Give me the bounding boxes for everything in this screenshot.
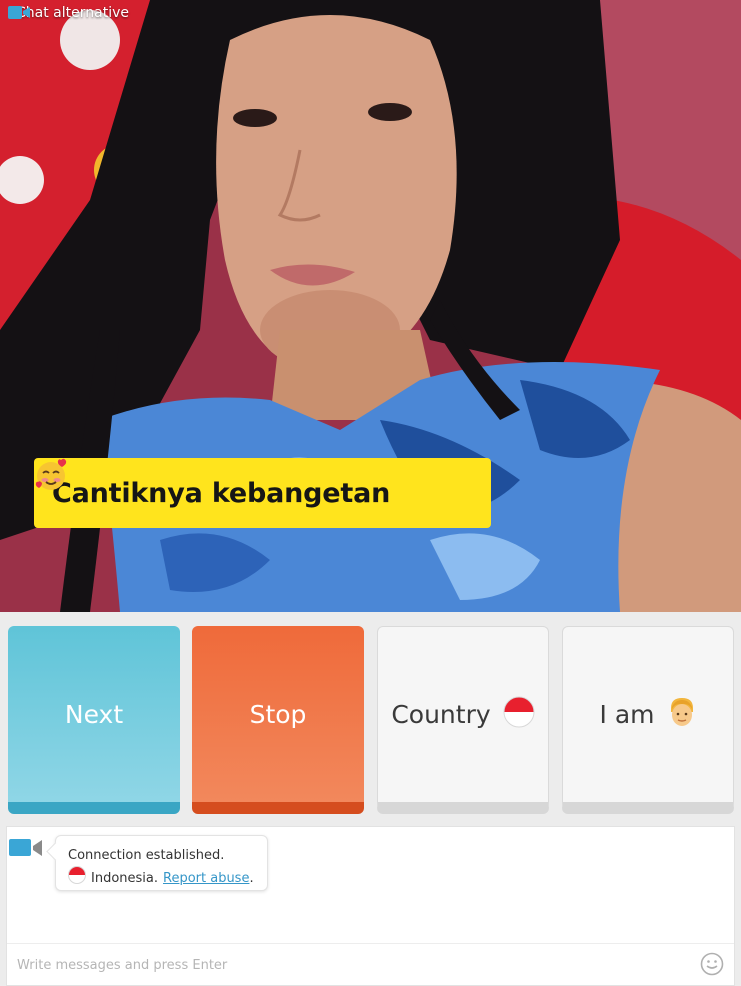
- smiley-icon[interactable]: [700, 952, 724, 980]
- video-caption: Cantiknya kebangetan: [34, 458, 491, 528]
- indonesia-flag-icon: [68, 866, 86, 891]
- next-button-label: Next: [64, 699, 124, 729]
- country-info: Indonesia. Report abuse.: [68, 866, 267, 891]
- caption-text: Cantiknya kebangetan: [52, 477, 391, 509]
- remote-video: Chat alternative Cantiknya kebangetan: [0, 0, 741, 612]
- message-input-row: [7, 943, 734, 986]
- country-name: Indonesia.: [91, 871, 158, 886]
- chat-panel: Connection established. Indonesia. Repor…: [6, 826, 735, 986]
- bubble-arrow: [46, 842, 65, 861]
- brand: Chat alternative: [8, 5, 129, 21]
- i-am-button-label: I am: [599, 700, 655, 729]
- country-button[interactable]: Country: [377, 626, 549, 814]
- country-button-label: Country: [391, 700, 491, 729]
- next-button[interactable]: Next: [8, 626, 180, 814]
- video-camera-icon: [9, 837, 43, 863]
- report-abuse-link[interactable]: Report abuse: [163, 871, 249, 886]
- man-emoji-icon: [667, 696, 697, 734]
- report-suffix: .: [249, 871, 254, 886]
- connection-status: Connection established.: [68, 848, 225, 863]
- system-message: Connection established. Indonesia. Repor…: [46, 835, 268, 891]
- brand-label: Chat alternative: [16, 5, 129, 21]
- stop-button-label: Stop: [249, 699, 307, 729]
- stop-button[interactable]: Stop: [192, 626, 364, 814]
- controls-panel: Next Stop Country I am: [0, 612, 741, 824]
- i-am-button[interactable]: I am: [562, 626, 734, 814]
- message-input[interactable]: [7, 944, 699, 986]
- indonesia-flag-icon: [503, 696, 535, 734]
